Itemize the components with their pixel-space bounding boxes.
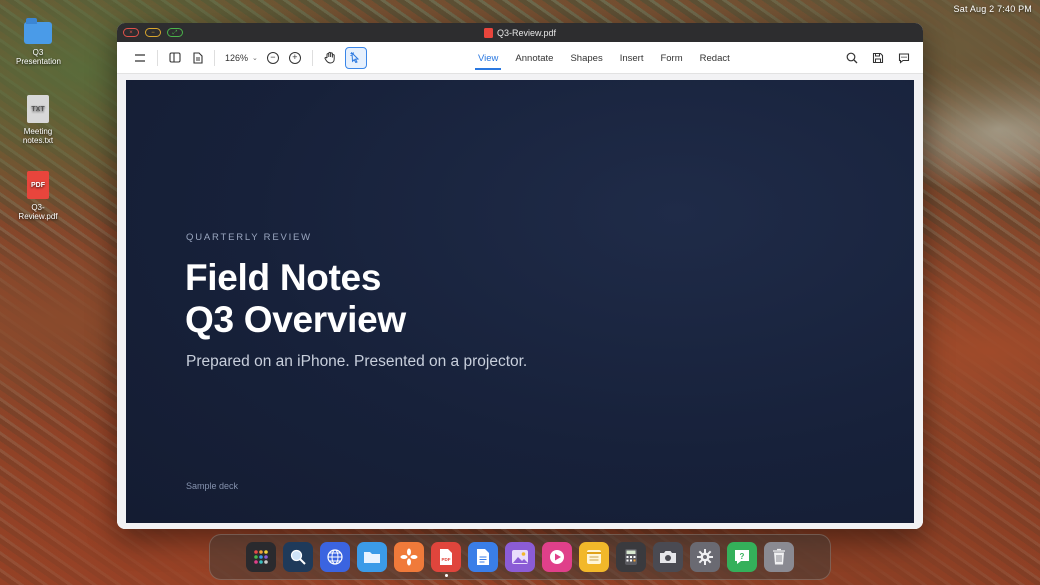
toolbar-right-tools bbox=[841, 47, 915, 69]
slide-footer: Sample deck bbox=[186, 481, 239, 491]
window-titlebar[interactable]: × − ⤢ Q3-Review.pdf bbox=[117, 23, 923, 42]
toolbar-divider bbox=[214, 49, 215, 66]
media-player-icon[interactable] bbox=[542, 542, 572, 572]
document-canvas[interactable]: QUARTERLY REVIEW Field Notes Q3 Overview… bbox=[117, 74, 923, 529]
headline-line-1: Field Notes bbox=[185, 257, 382, 298]
settings-gear-icon[interactable] bbox=[690, 542, 720, 572]
launchpad-icon[interactable] bbox=[246, 542, 276, 572]
zoom-out-icon: − bbox=[266, 51, 279, 64]
desktop-icon-label: Q3-Review.pdf bbox=[18, 203, 58, 221]
files-folder-icon[interactable] bbox=[357, 542, 387, 572]
headline-line-2: Q3 Overview bbox=[185, 299, 406, 340]
search-icon[interactable] bbox=[841, 47, 863, 69]
zoom-in-button[interactable]: + bbox=[284, 47, 306, 69]
toolbar-divider bbox=[311, 49, 313, 66]
zoom-control[interactable]: 126% ⌄ bbox=[221, 53, 262, 63]
folder-icon bbox=[24, 18, 52, 44]
finder-search-icon[interactable] bbox=[283, 542, 313, 572]
desktop-icon-q3-presentation[interactable]: Q3 Presentation bbox=[8, 18, 68, 66]
tab-insert[interactable]: Insert bbox=[619, 44, 645, 73]
chevron-down-icon[interactable]: ⌄ bbox=[252, 54, 258, 62]
calculator-icon[interactable] bbox=[616, 542, 646, 572]
notes-icon[interactable] bbox=[579, 542, 609, 572]
menubar-clock: Sat Aug 2 7:40 PM bbox=[953, 4, 1032, 14]
menu-icon[interactable] bbox=[129, 47, 151, 69]
svg-text:?: ? bbox=[740, 552, 745, 561]
docs-icon[interactable] bbox=[468, 542, 498, 572]
slide-kicker: QUARTERLY REVIEW bbox=[186, 232, 312, 243]
comment-icon[interactable] bbox=[893, 47, 915, 69]
gallery-icon[interactable] bbox=[505, 542, 535, 572]
pdf-reader-icon[interactable]: PDF bbox=[431, 542, 461, 577]
toolbar-divider bbox=[157, 49, 158, 66]
pdf-page-slide: QUARTERLY REVIEW Field Notes Q3 Overview… bbox=[126, 80, 914, 523]
hand-tool-icon[interactable] bbox=[319, 47, 341, 69]
pdf-viewer-window: × − ⤢ Q3-Review.pdf 126% ⌄ − + View Anno… bbox=[117, 23, 923, 529]
document-info-icon[interactable] bbox=[186, 47, 208, 69]
pdf-file-icon: PDF bbox=[27, 171, 49, 199]
tab-redact[interactable]: Redact bbox=[699, 44, 731, 73]
svg-text:PDF: PDF bbox=[442, 557, 451, 562]
tab-form[interactable]: Form bbox=[659, 44, 683, 73]
toolbar-tabs: View Annotate Shapes Insert Form Redact bbox=[474, 42, 731, 74]
zoom-out-button[interactable]: − bbox=[262, 47, 284, 69]
tab-shapes[interactable]: Shapes bbox=[569, 44, 603, 73]
slide-headline: Field Notes Q3 Overview bbox=[185, 257, 406, 341]
zoom-value[interactable]: 126% bbox=[225, 53, 248, 63]
pdf-file-icon bbox=[483, 27, 493, 38]
tab-view[interactable]: View bbox=[474, 44, 502, 73]
desktop-icon-label: Q3 Presentation bbox=[16, 48, 61, 66]
desktop-icon-label: Meeting notes.txt bbox=[22, 127, 54, 145]
dock: PDF ? bbox=[209, 534, 831, 580]
desktop-icon-meeting-notes[interactable]: TXT Meeting notes.txt bbox=[8, 95, 68, 145]
select-tool-icon[interactable] bbox=[344, 46, 367, 69]
desktop-icon-q3-review-pdf[interactable]: PDF Q3-Review.pdf bbox=[8, 171, 68, 221]
save-icon[interactable] bbox=[867, 47, 889, 69]
camera-icon[interactable] bbox=[653, 542, 683, 572]
viewer-toolbar: 126% ⌄ − + View Annotate Shapes Insert F… bbox=[117, 42, 923, 74]
trash-icon[interactable] bbox=[764, 542, 794, 572]
window-title-text: Q3-Review.pdf bbox=[496, 27, 557, 38]
zoom-in-icon: + bbox=[288, 51, 301, 64]
window-title: Q3-Review.pdf bbox=[117, 27, 923, 38]
browser-globe-icon[interactable] bbox=[320, 542, 350, 572]
slide-subtitle: Prepared on an iPhone. Presented on a pr… bbox=[186, 353, 528, 370]
text-file-icon: TXT bbox=[27, 95, 49, 123]
photos-flower-icon[interactable] bbox=[394, 542, 424, 572]
sidebar-toggle-icon[interactable] bbox=[164, 47, 186, 69]
tab-annotate[interactable]: Annotate bbox=[514, 44, 554, 73]
help-icon[interactable]: ? bbox=[727, 542, 757, 572]
